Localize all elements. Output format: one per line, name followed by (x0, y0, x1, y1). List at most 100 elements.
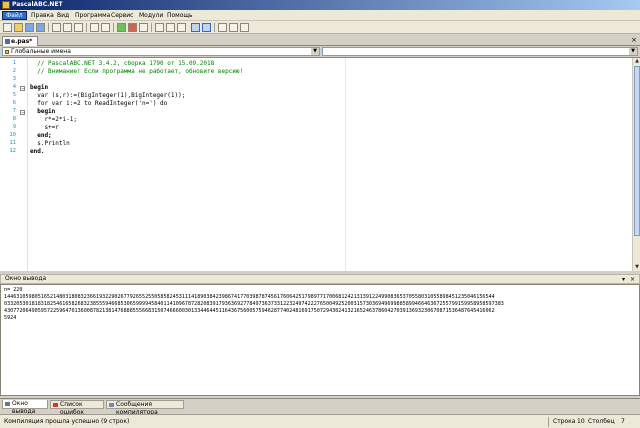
tab-compiler-messages[interactable]: Сообщения компилятора (106, 400, 184, 416)
line-number: 1 (12, 60, 16, 66)
output-line: 0332053018183182546165826832385559466853… (4, 301, 504, 307)
paste-icon[interactable] (74, 23, 83, 32)
bottom-panel-tabs: Окно вывода Список ошибок Сообщения комп… (0, 398, 640, 416)
code-text-area[interactable]: // PascalABC.NET 3.4.2, сборка 1790 от 1… (30, 60, 630, 260)
tab-e-pas[interactable]: e.pas* (2, 36, 38, 46)
status-bar: Компиляция прошла успешно (9 строк) Стро… (0, 414, 640, 428)
code-line: begin (30, 84, 49, 91)
pin-icon[interactable]: ▾ (620, 276, 627, 283)
code-line: r*=2*i-1; (30, 116, 77, 123)
menu-file[interactable]: Файл (2, 11, 27, 20)
line-number: 2 (12, 68, 16, 74)
toggle-output-icon[interactable] (202, 23, 211, 32)
chevron-down-icon[interactable]: ▼ (311, 48, 319, 55)
scrollbar-thumb[interactable] (634, 66, 640, 236)
menu-service[interactable]: Сервис (108, 11, 136, 20)
menu-edit[interactable]: Правка (28, 11, 57, 20)
column-value: 7 (621, 418, 625, 425)
line-value: 10 (577, 418, 585, 425)
line-number: 12 (9, 148, 16, 154)
scroll-up-icon[interactable]: ▲ (633, 58, 640, 65)
tab-label: Окно вывода (12, 400, 36, 415)
error-list-icon (53, 403, 58, 407)
run-to-cursor-icon[interactable] (177, 23, 186, 32)
save-all-icon[interactable] (36, 23, 45, 32)
scroll-down-icon[interactable]: ▼ (633, 264, 640, 271)
code-line: end; (30, 132, 52, 139)
step-into-icon[interactable] (155, 23, 164, 32)
document-tabs: e.pas* × (0, 35, 640, 46)
tab-label: e.pas* (11, 38, 33, 45)
output-line: 5924 (4, 315, 17, 321)
toolbar-divider (214, 23, 215, 32)
undo-icon[interactable] (90, 23, 99, 32)
line-number: 5 (12, 92, 16, 98)
toolbar-divider (113, 23, 114, 32)
redo-icon[interactable] (101, 23, 110, 32)
code-line: // Внимание! Если программа не работает,… (30, 68, 244, 75)
toolbar-divider (86, 23, 87, 32)
title-bar: PascalABC.NET (0, 0, 640, 10)
help-icon[interactable] (229, 23, 238, 32)
toolbar (0, 21, 640, 34)
compile-icon[interactable] (139, 23, 148, 32)
window-title: PascalABC.NET (12, 1, 63, 8)
chevron-down-icon[interactable]: ▼ (629, 48, 637, 55)
line-number: 8 (12, 116, 16, 122)
line-number: 3 (12, 76, 16, 82)
line-number: 10 (9, 132, 16, 138)
tab-error-list[interactable]: Список ошибок (50, 400, 104, 416)
navigation-bar: Глобальные имена ▼ ▼ (0, 46, 640, 57)
output-line: 1446310598051652148031808323661932290267… (4, 294, 495, 300)
namespace-icon (5, 50, 9, 54)
pascal-file-icon (5, 39, 10, 44)
code-line: end. (30, 148, 45, 155)
member-select[interactable]: ▼ (322, 47, 638, 56)
output-line: 4307720649059572259647013600878213814768… (4, 308, 495, 314)
fold-toggle-icon[interactable]: − (20, 86, 25, 92)
menu-modules[interactable]: Модули (136, 11, 166, 20)
code-line: s.Println (30, 140, 70, 147)
editor-scrollbar[interactable]: ▲ ▼ (632, 58, 640, 271)
toolbar-divider (151, 23, 152, 32)
output-panel-header: Окно вывода ▾ × (0, 274, 640, 284)
step-over-icon[interactable] (166, 23, 175, 32)
stop-icon[interactable] (128, 23, 137, 32)
run-icon[interactable] (117, 23, 126, 32)
menu-help[interactable]: Помощь (164, 11, 196, 20)
line-number: 9 (12, 124, 16, 130)
fold-toggle-icon[interactable]: − (20, 110, 25, 116)
save-icon[interactable] (25, 23, 34, 32)
output-window[interactable]: n= 220 144631059805165214803180832366193… (0, 284, 640, 396)
new-file-icon[interactable] (3, 23, 12, 32)
close-icon[interactable]: × (631, 36, 637, 45)
line-number: 4 (12, 84, 16, 90)
line-number: 11 (9, 140, 16, 146)
scope-select[interactable]: Глобальные имена ▼ (2, 47, 320, 56)
open-folder-icon[interactable] (14, 23, 23, 32)
code-line: begin (30, 108, 56, 115)
settings-icon[interactable] (240, 23, 249, 32)
output-window-icon (5, 402, 10, 406)
menu-view[interactable]: Вид (54, 11, 72, 20)
line-label: Строка (553, 418, 576, 425)
column-label: Столбец (588, 418, 615, 425)
app-icon (2, 1, 10, 9)
copy-icon[interactable] (63, 23, 72, 32)
code-line: // PascalABC.NET 3.4.2, сборка 1790 от 1… (30, 60, 215, 67)
close-icon[interactable]: × (629, 276, 636, 283)
line-number: 7 (12, 108, 16, 114)
tab-output-window[interactable]: Окно вывода (2, 400, 48, 415)
cut-icon[interactable] (52, 23, 61, 32)
compile-status-message: Компиляция прошла успешно (9 строк) (4, 418, 130, 425)
output-line: n= 220 (4, 287, 23, 293)
forms-icon[interactable] (218, 23, 227, 32)
scope-select-value: Глобальные имена (11, 48, 71, 55)
code-editor[interactable]: 1 2 3 4 5 6 7 8 9 10 11 12 − − // Pascal… (0, 57, 640, 271)
gutter-divider (27, 58, 28, 271)
format-code-icon[interactable] (191, 23, 200, 32)
code-line: var (s,r):=(BigInteger(1),BigInteger(1))… (30, 92, 186, 99)
menu-bar: Файл Правка Вид Программа Сервис Модули … (0, 10, 640, 21)
output-panel-title: Окно вывода (5, 275, 47, 282)
line-number: 6 (12, 100, 16, 106)
